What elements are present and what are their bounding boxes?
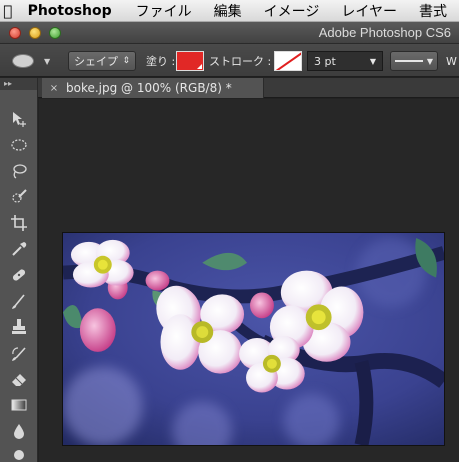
stroke-type-select[interactable]: ▼: [390, 51, 438, 71]
no-color-icon: [275, 52, 301, 70]
zoom-window-button[interactable]: [49, 27, 61, 39]
menu-app-name[interactable]: Photoshop: [16, 3, 126, 19]
updown-icon: ⇕: [122, 56, 130, 66]
lasso-icon[interactable]: [8, 160, 30, 182]
document-tab-bar: × boke.jpg @ 100% (RGB/8) *: [38, 78, 459, 98]
ellipse-icon: [12, 54, 34, 68]
close-icon[interactable]: ×: [46, 83, 62, 94]
document-tab[interactable]: × boke.jpg @ 100% (RGB/8) *: [42, 78, 264, 98]
quick-selection-icon[interactable]: [8, 186, 30, 208]
menu-bar:  Photoshop ファイル 編集 イメージ レイヤー 書式: [0, 0, 459, 22]
menu-edit[interactable]: 編集: [204, 1, 254, 21]
healing-brush-icon[interactable]: [8, 264, 30, 286]
minimize-window-button[interactable]: [29, 27, 41, 39]
blossom-photo: [63, 233, 444, 445]
window-title-bar: Adobe Photoshop CS6: [0, 22, 459, 44]
apple-icon[interactable]: : [0, 2, 16, 20]
document-image[interactable]: [62, 232, 445, 446]
line-style-icon: [395, 60, 423, 62]
tools-panel: ▸▸: [0, 78, 38, 462]
menu-image[interactable]: イメージ: [254, 1, 332, 21]
menu-file[interactable]: ファイル: [126, 1, 204, 21]
document-tab-title: boke.jpg @ 100% (RGB/8) *: [66, 81, 232, 95]
blur-icon[interactable]: [8, 420, 30, 442]
panel-collapse-icon[interactable]: ▸▸: [0, 78, 37, 90]
clone-stamp-icon[interactable]: [8, 316, 30, 338]
chevron-down-icon: ▼: [426, 56, 433, 66]
width-label: W: [446, 54, 457, 68]
chevron-down-icon: ▼: [369, 56, 376, 66]
elliptical-marquee-icon[interactable]: [8, 134, 30, 156]
options-bar: ▼ シェイプ ⇕ 塗り : ストローク : 3 pt ▼ ▼ W: [0, 44, 459, 77]
crop-icon[interactable]: [8, 212, 30, 234]
move-tool-icon[interactable]: [8, 108, 30, 130]
mode-select-label: シェイプ: [74, 55, 118, 68]
canvas-area[interactable]: [39, 99, 459, 462]
chevron-down-icon: ▼: [44, 56, 51, 66]
fill-label: 塗り :: [146, 55, 176, 68]
stroke-label: ストローク :: [209, 55, 272, 68]
dodge-icon[interactable]: [8, 444, 30, 462]
stroke-width-field[interactable]: 3 pt ▼: [307, 51, 383, 71]
brush-icon[interactable]: [8, 290, 30, 312]
stroke-width-value: 3 pt: [314, 54, 336, 68]
menu-type[interactable]: 書式: [409, 1, 459, 21]
history-brush-icon[interactable]: [8, 342, 30, 364]
eraser-icon[interactable]: [8, 368, 30, 390]
tool-preset-picker[interactable]: ▼: [12, 51, 60, 71]
window-title: Adobe Photoshop CS6: [318, 25, 451, 40]
eyedropper-icon[interactable]: [8, 238, 30, 260]
mode-select[interactable]: シェイプ ⇕: [68, 51, 136, 71]
fill-color-swatch[interactable]: [176, 51, 204, 71]
close-window-button[interactable]: [9, 27, 21, 39]
stroke-color-swatch[interactable]: [274, 51, 302, 71]
gradient-icon[interactable]: [8, 394, 30, 416]
menu-layer[interactable]: レイヤー: [331, 1, 409, 21]
